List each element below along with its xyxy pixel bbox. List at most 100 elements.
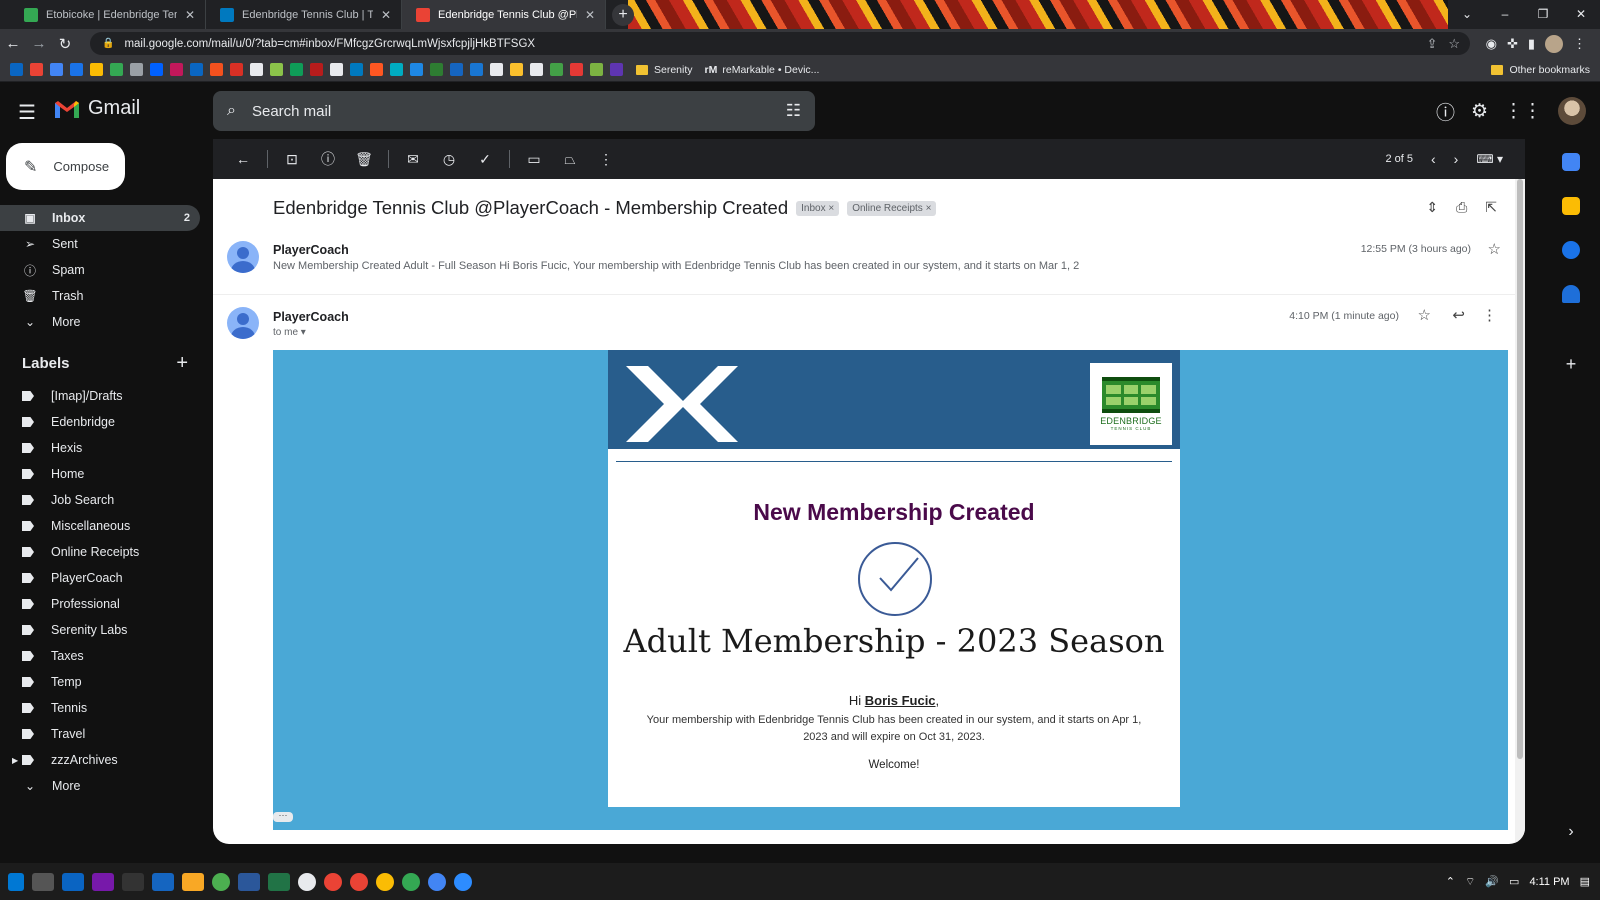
search-input[interactable]: ⌕ Search mail ☷ [213, 91, 815, 131]
file-explorer-icon[interactable] [182, 872, 204, 891]
bookmark-maps-icon[interactable] [90, 63, 103, 76]
chrome-icon[interactable] [350, 872, 368, 891]
show-trimmed-content-button[interactable]: ··· [273, 811, 293, 822]
close-tab-icon[interactable]: ✕ [585, 8, 595, 22]
share-icon[interactable]: ⇪ [1427, 36, 1438, 51]
bookmark-globe-icon[interactable] [50, 63, 63, 76]
add-label-icon[interactable]: + [176, 352, 188, 375]
back-to-inbox-icon[interactable]: ← [225, 151, 261, 167]
chrome-icon[interactable] [324, 872, 342, 891]
sidebar-label-item[interactable]: Job Search [0, 487, 200, 513]
settings-gear-icon[interactable]: ⚙ [1471, 100, 1488, 123]
app-icon[interactable] [152, 872, 174, 891]
sidebar-label-item[interactable]: ▶ zzzArchives [0, 747, 200, 773]
network-icon[interactable]: ⌔ [1465, 875, 1475, 889]
label-chip-online-receipts[interactable]: Online Receipts × [847, 200, 937, 216]
label-tag-icon[interactable]: ⏢ [552, 151, 588, 168]
sidebar-label-item[interactable]: Temp [0, 669, 200, 695]
bookmark-app-icon[interactable] [570, 63, 583, 76]
bookmark-outlook-icon[interactable] [10, 63, 23, 76]
tab-search-icon[interactable]: ⌄ [1448, 0, 1486, 29]
puzzle-extensions-icon[interactable]: ✜ [1507, 36, 1518, 52]
url-field[interactable]: 🔒 mail.google.com/mail/u/0/?tab=cm#inbox… [90, 32, 1470, 55]
windows-start-icon[interactable] [8, 872, 24, 891]
sidebar-label-item[interactable]: Miscellaneous [0, 513, 200, 539]
scrollbar[interactable] [1515, 179, 1525, 844]
side-panel-icon[interactable]: ▮ [1528, 36, 1535, 52]
contacts-icon[interactable] [1562, 285, 1580, 303]
bookmark-app-icon[interactable] [590, 63, 603, 76]
close-tab-icon[interactable]: ✕ [381, 8, 391, 22]
bookmark-trello-icon[interactable] [350, 63, 363, 76]
bookmark-apple-icon[interactable] [130, 63, 143, 76]
older-chevron-icon[interactable]: › [1454, 151, 1459, 167]
notifications-icon[interactable]: ▤ [1580, 875, 1590, 888]
apps-grid-icon[interactable]: ⋮⋮ [1504, 100, 1542, 123]
remove-chip-icon[interactable]: × [828, 203, 834, 214]
battery-icon[interactable]: ▭ [1509, 875, 1519, 888]
outlook-icon[interactable] [62, 872, 84, 891]
bookmark-drive-icon[interactable] [110, 63, 123, 76]
search-options-icon[interactable]: ☷ [786, 101, 801, 121]
reload-icon[interactable]: ↻ [52, 35, 78, 53]
tray-overflow-icon[interactable]: ⌃ [1446, 875, 1455, 888]
more-options-icon[interactable]: ⋮ [588, 151, 624, 168]
chrome-icon[interactable] [376, 872, 394, 891]
clock[interactable]: 4:11 PM [1529, 876, 1569, 888]
new-tab-button[interactable]: + [612, 4, 634, 26]
back-icon[interactable]: ← [0, 35, 26, 52]
restore-button[interactable]: ❐ [1524, 0, 1562, 29]
expand-all-icon[interactable]: ⇕ [1426, 199, 1438, 216]
word-icon[interactable] [238, 872, 260, 891]
browser-tab-3-active[interactable]: Edenbridge Tennis Club @Player ✕ [402, 0, 606, 29]
report-spam-icon[interactable]: ⓘ [310, 149, 346, 169]
onenote-icon[interactable] [92, 872, 114, 891]
calendar-icon[interactable] [1562, 153, 1580, 171]
volume-icon[interactable]: 🔊 [1485, 875, 1499, 888]
star-icon[interactable]: ☆ [1488, 240, 1501, 258]
main-menu-icon[interactable]: ☰ [18, 100, 36, 125]
bookmark-app-icon[interactable] [330, 63, 343, 76]
app-icon[interactable] [298, 872, 316, 891]
print-icon[interactable]: ⎙ [1456, 199, 1467, 216]
sidebar-item-spam[interactable]: ⓘ Spam [0, 257, 200, 283]
snooze-clock-icon[interactable]: ◷ [431, 151, 467, 168]
sidebar-label-item[interactable]: Taxes [0, 643, 200, 669]
bookmark-app-icon[interactable] [250, 63, 263, 76]
forward-icon[interactable]: → [26, 35, 52, 52]
sidebar-item-trash[interactable]: 🗑 Trash [0, 283, 200, 309]
newer-chevron-icon[interactable]: ‹ [1431, 151, 1436, 167]
bookmark-app-icon[interactable] [370, 63, 383, 76]
bookmark-app-icon[interactable] [230, 63, 243, 76]
menu-icon[interactable]: ⋮ [1573, 36, 1586, 52]
delete-icon[interactable]: 🗑 [346, 151, 382, 168]
keep-icon[interactable] [1562, 197, 1580, 215]
bookmark-dropbox-icon[interactable] [150, 63, 163, 76]
bookmark-remarkable[interactable]: rM reMarkable • Devic... [705, 64, 820, 76]
app-icon[interactable] [122, 872, 144, 891]
sidebar-label-item[interactable]: [Imap]/Drafts [0, 383, 200, 409]
browser-tab-1[interactable]: Etobicoke | Edenbridge Tennis Cl ✕ [10, 0, 206, 29]
profile-avatar[interactable] [1545, 34, 1563, 53]
bookmark-gmail-icon[interactable] [30, 63, 43, 76]
add-task-icon[interactable]: ✓ [467, 151, 503, 168]
bookmark-td-icon[interactable] [430, 63, 443, 76]
bookmark-app-icon[interactable] [550, 63, 563, 76]
bookmark-star-icon[interactable]: ☆ [1448, 36, 1460, 51]
bookmark-app-icon[interactable] [210, 63, 223, 76]
bookmark-app-icon[interactable] [510, 63, 523, 76]
bookmark-app-icon[interactable] [270, 63, 283, 76]
bookmark-app-icon[interactable] [310, 63, 323, 76]
compose-button[interactable]: ✎ Compose [6, 143, 125, 190]
star-icon[interactable]: ☆ [1418, 306, 1431, 324]
label-chip-inbox[interactable]: Inbox × [796, 200, 840, 216]
recipient-line[interactable]: to me ▾ [273, 327, 306, 338]
minimize-button[interactable]: – [1486, 0, 1524, 29]
expand-caret-icon[interactable]: ▶ [12, 756, 18, 765]
bookmark-linkedin-icon[interactable] [190, 63, 203, 76]
account-avatar[interactable] [1558, 97, 1586, 125]
sidebar-label-item[interactable]: Travel [0, 721, 200, 747]
browser-tab-2[interactable]: Edenbridge Tennis Club | Trello ✕ [206, 0, 402, 29]
sidebar-label-item[interactable]: Home [0, 461, 200, 487]
bookmark-folder-icon[interactable] [170, 63, 183, 76]
